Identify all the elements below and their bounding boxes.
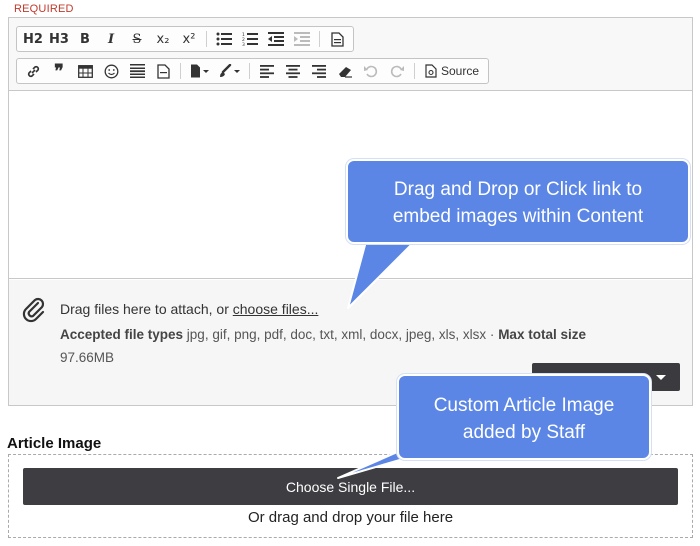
- page-break-icon[interactable]: [150, 60, 176, 82]
- callout-tail-content: [347, 233, 423, 309]
- heading-2-button[interactable]: H2: [20, 28, 46, 50]
- horizontal-rule-icon[interactable]: [124, 60, 150, 82]
- toolbar-separator: [414, 63, 415, 79]
- smiley-icon[interactable]: [98, 60, 124, 82]
- strikethrough-button[interactable]: S: [124, 28, 150, 50]
- toolbar-row-2: ❞ Source: [16, 58, 490, 84]
- subscript-button[interactable]: x₂: [150, 28, 176, 50]
- numbered-list-icon[interactable]: 123: [237, 28, 263, 50]
- redo-icon[interactable]: [384, 60, 410, 82]
- document-icon[interactable]: [324, 28, 350, 50]
- callout-image-line-1: Custom Article Image: [433, 395, 615, 416]
- blockquote-icon[interactable]: ❞: [46, 60, 72, 82]
- eraser-icon[interactable]: [332, 60, 358, 82]
- bulleted-list-icon[interactable]: [211, 28, 237, 50]
- editor-toolbar: H2 H3 B I S x₂ x² 123 ❞ Source: [9, 18, 692, 91]
- bold-button[interactable]: B: [72, 28, 98, 50]
- callout-image-line-2: added by Staff: [462, 422, 586, 443]
- max-size-value: 97.66MB: [60, 350, 115, 365]
- source-label: Source: [441, 64, 480, 78]
- toolbar-separator: [249, 63, 250, 79]
- source-icon: [425, 64, 437, 78]
- accepted-types-label: Accepted file types: [60, 327, 184, 342]
- paperclip-icon: [21, 296, 47, 328]
- max-size-label: Max total size: [498, 327, 586, 342]
- heading-3-button[interactable]: H3: [46, 28, 72, 50]
- caret-down-icon: [656, 375, 666, 380]
- align-right-icon[interactable]: [306, 60, 332, 82]
- table-icon[interactable]: [72, 60, 98, 82]
- superscript-button[interactable]: x²: [176, 28, 202, 50]
- outdent-icon[interactable]: [263, 28, 289, 50]
- callout-content-images: Drag and Drop or Click link to embed ima…: [346, 159, 690, 244]
- drag-drop-text: Or drag and drop your file here: [247, 509, 454, 526]
- article-image-label: Article Image: [7, 435, 102, 452]
- link-icon[interactable]: [20, 60, 46, 82]
- toolbar-separator: [206, 31, 207, 47]
- required-label: REQUIRED: [14, 3, 74, 15]
- callout-content-line-1: Drag and Drop or Click link to: [393, 179, 643, 200]
- attach-instructions: Drag files here to attach, or choose fil…: [60, 301, 318, 317]
- align-center-icon[interactable]: [280, 60, 306, 82]
- source-button[interactable]: Source: [419, 60, 485, 82]
- svg-text:3: 3: [242, 42, 245, 46]
- undo-icon[interactable]: [358, 60, 384, 82]
- callout-content-line-2: embed images within Content: [392, 206, 644, 227]
- paintbrush-dropdown-icon[interactable]: [215, 60, 245, 82]
- align-left-icon[interactable]: [254, 60, 280, 82]
- indent-icon[interactable]: [289, 28, 315, 50]
- italic-button[interactable]: I: [98, 28, 124, 50]
- toolbar-separator: [319, 31, 320, 47]
- format-dropdown-icon[interactable]: [185, 60, 215, 82]
- toolbar-separator: [180, 63, 181, 79]
- choose-files-link[interactable]: choose files...: [233, 301, 319, 317]
- accepted-types-list: jpg, gif, png, pdf, doc, txt, xml, docx,…: [183, 327, 499, 342]
- callout-article-image: Custom Article Image added by Staff: [397, 374, 651, 460]
- attach-prefix: Drag files here to attach, or: [60, 301, 233, 317]
- toolbar-row-1: H2 H3 B I S x₂ x² 123: [16, 26, 354, 52]
